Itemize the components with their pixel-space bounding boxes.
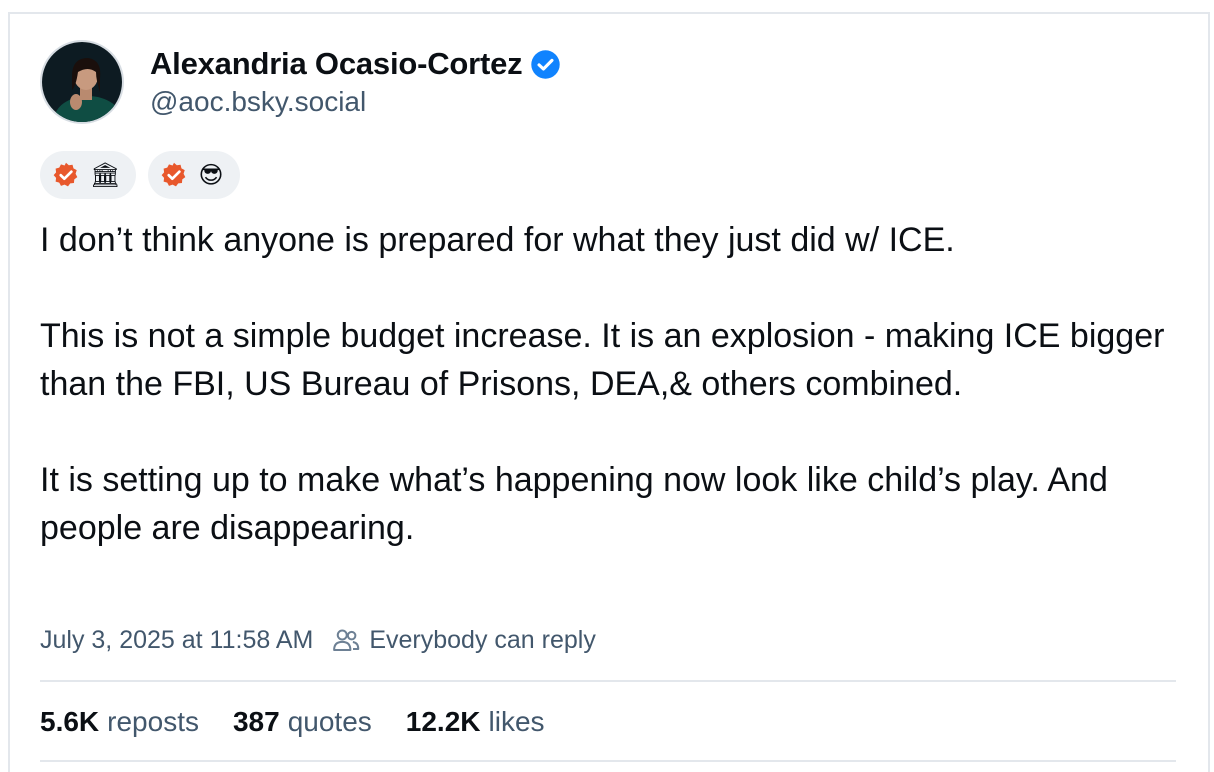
- verified-check-icon[interactable]: [530, 49, 561, 80]
- quotes-count: 387: [232, 706, 280, 737]
- orange-check-icon: [53, 162, 78, 187]
- reposts-count: 5.6K: [40, 706, 100, 737]
- avatar[interactable]: [40, 40, 124, 124]
- author-name[interactable]: Alexandria Ocasio-Cortez: [150, 46, 523, 82]
- orange-check-icon: [162, 162, 186, 187]
- profile-badges: 🏛 😎: [40, 151, 240, 199]
- post-body: I don’t think anyone is prepared for wha…: [40, 216, 1170, 552]
- post-paragraph: It is setting up to make what’s happenin…: [40, 461, 1108, 547]
- post-meta: July 3, 2025 at 11:58 AM Everybody can r…: [40, 622, 596, 658]
- quotes-label: quotes: [287, 706, 372, 737]
- reposts-stat[interactable]: 5.6K reposts: [40, 706, 199, 738]
- quotes-stat[interactable]: 387 quotes: [233, 706, 372, 738]
- post-paragraph: I don’t think anyone is prepared for wha…: [40, 221, 955, 259]
- divider: [40, 680, 1176, 682]
- post-timestamp[interactable]: July 3, 2025 at 11:58 AM: [40, 626, 313, 655]
- post-stats: 5.6K reposts 387 quotes 12.2K likes: [40, 703, 579, 741]
- reposts-label: reposts: [107, 706, 199, 737]
- likes-label: likes: [488, 706, 545, 737]
- badge-pill[interactable]: 😎: [148, 151, 240, 199]
- post-paragraph: This is not a simple budget increase. It…: [40, 317, 1165, 403]
- likes-count: 12.2K: [405, 706, 481, 737]
- likes-stat[interactable]: 12.2K likes: [406, 706, 545, 738]
- classical-building-icon: 🏛: [90, 161, 121, 189]
- people-icon: [333, 629, 360, 651]
- reply-setting-label: Everybody can reply: [369, 625, 596, 654]
- author-handle[interactable]: @aoc.bsky.social: [150, 86, 366, 118]
- divider: [40, 760, 1176, 762]
- sunglasses-face-icon: 😎: [198, 161, 224, 189]
- badge-pill[interactable]: 🏛: [40, 151, 137, 199]
